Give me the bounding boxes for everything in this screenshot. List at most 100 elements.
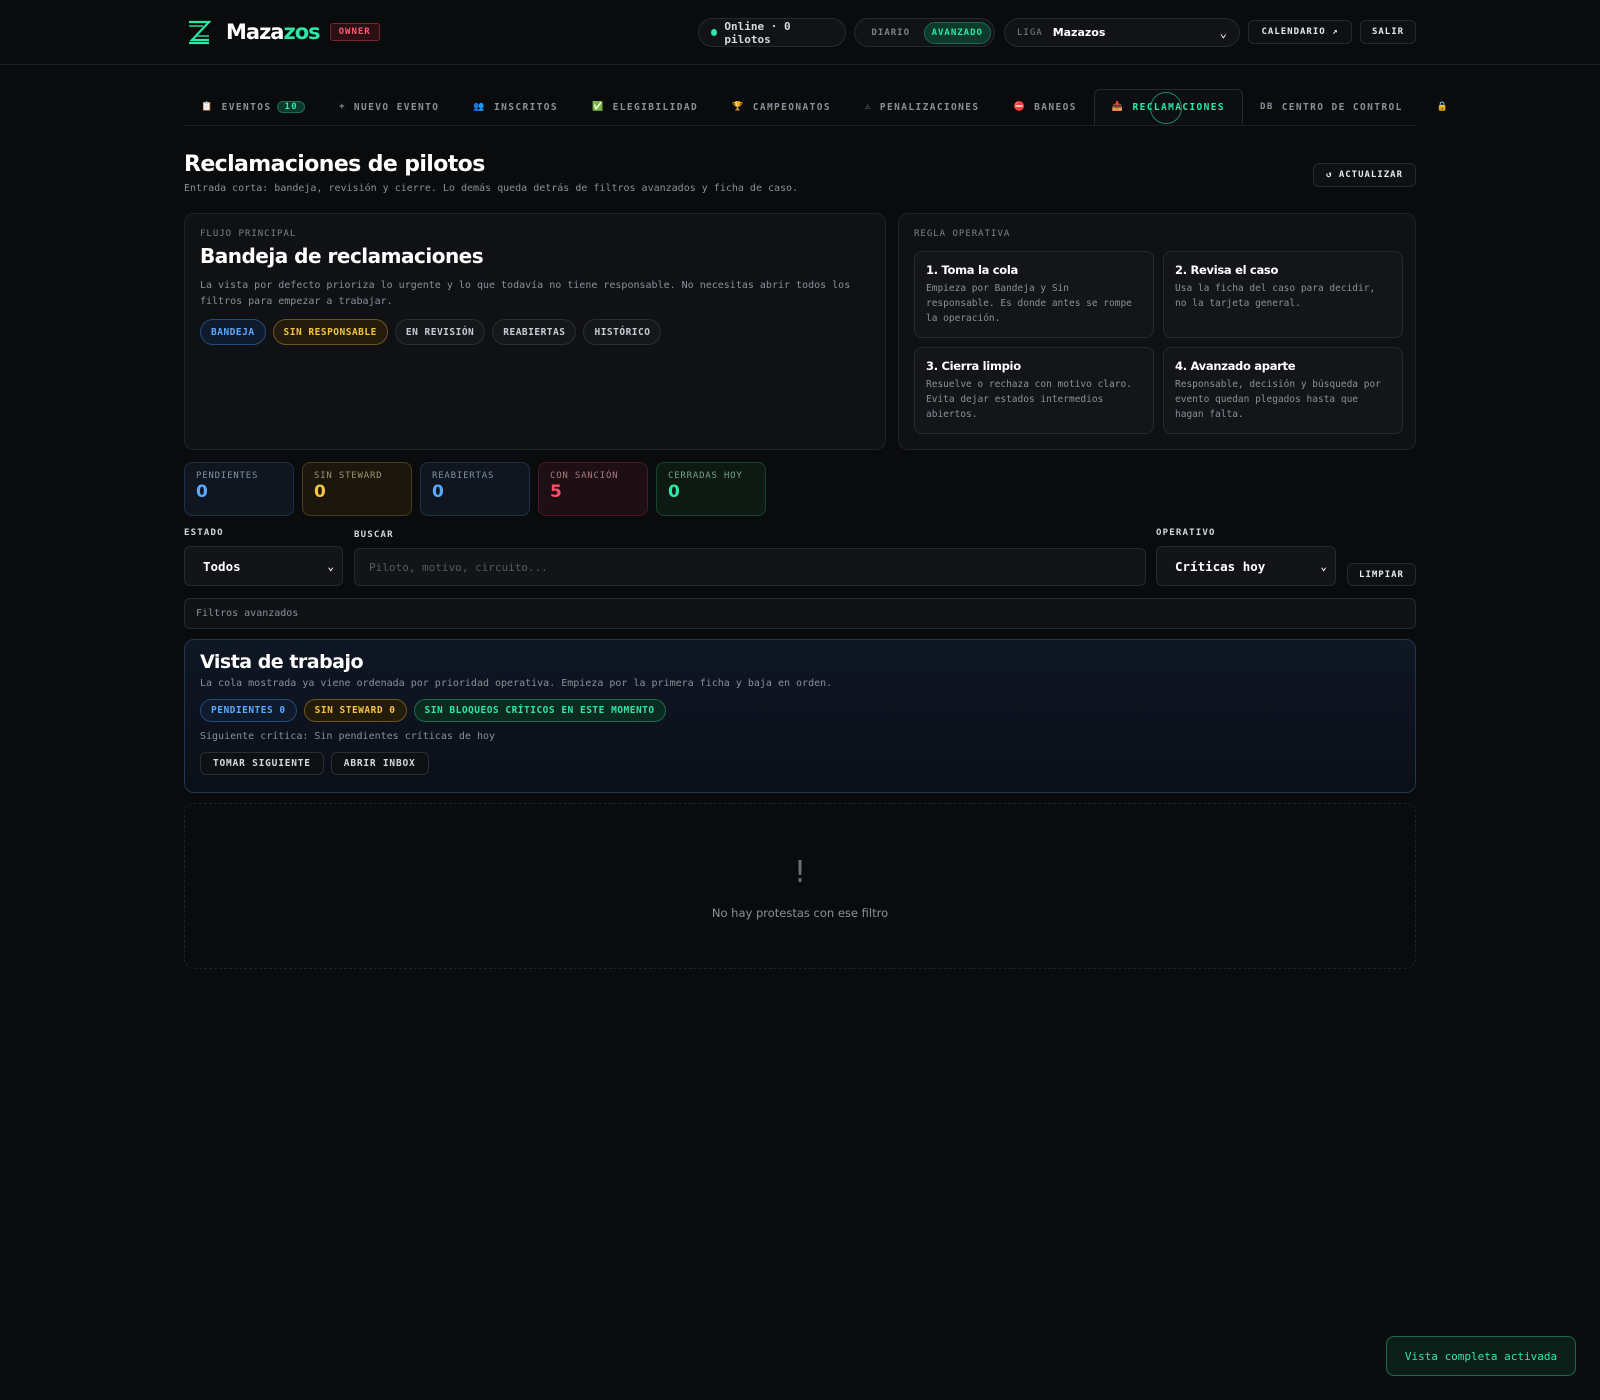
logout-button[interactable]: SALIR [1360, 20, 1416, 44]
tab-elegibilidad[interactable]: ✅ ELEGIBILIDAD [575, 89, 715, 125]
advanced-filters-toggle[interactable]: Filtros avanzados [184, 598, 1416, 629]
pending-count-badge: PENDIENTES 0 [200, 699, 297, 722]
operativo-select[interactable]: Críticas hoy ⌄ [1156, 546, 1336, 586]
league-label: LIGA [1017, 27, 1043, 38]
top-bar: Mazazos OWNER Online · 0 pilotos DIARIO … [0, 0, 1600, 65]
tab-label: NUEVO EVENTO [353, 101, 440, 113]
tab-nuevo-evento[interactable]: + NUEVO EVENTO [322, 89, 456, 125]
stat-pendientes[interactable]: PENDIENTES 0 [184, 462, 294, 516]
work-view-panel: Vista de trabajo La cola mostrada ya vie… [184, 639, 1416, 793]
mode-option-avanzado[interactable]: AVANZADO [923, 21, 991, 44]
chip-sin-responsable[interactable]: SIN RESPONSABLE [272, 319, 388, 345]
tab-label: CAMPEONATOS [752, 101, 832, 113]
tab-locked[interactable]: 🔒 [1420, 89, 1475, 125]
calendar-button[interactable]: CALENDARIO ↗ [1248, 20, 1352, 44]
tab-campeonatos[interactable]: 🏆 CAMPEONATOS [715, 89, 848, 125]
rule-step-title: 1. Toma la cola [926, 263, 1018, 277]
tab-eventos[interactable]: 📋 EVENTOS 10 [184, 89, 322, 125]
chip-reabiertas[interactable]: REABIERTAS [492, 319, 577, 345]
refresh-button[interactable]: ↺ ACTUALIZAR [1313, 163, 1416, 187]
operativo-value: Críticas hoy [1175, 558, 1266, 574]
work-view-description: La cola mostrada ya viene ordenada por p… [200, 678, 833, 689]
brand-name: Mazazos [226, 20, 321, 44]
chip-bandeja[interactable]: BANDEJA [200, 319, 266, 345]
flow-card: FLUJO PRINCIPAL Bandeja de reclamaciones… [184, 213, 886, 450]
stat-cerradas-hoy[interactable]: CERRADAS HOY 0 [656, 462, 766, 516]
stat-con-sancion[interactable]: CON SANCIÓN 5 [538, 462, 648, 516]
rule-step: 4. Avanzado aparte Responsable, decisión… [1163, 347, 1403, 434]
empty-state-message: No hay protestas con ese filtro [711, 906, 889, 920]
next-critical-text: Siguiente crítica: Sin pendientes crític… [200, 731, 496, 742]
exclamation-icon: ! [793, 855, 807, 890]
rule-step-title: 2. Revisa el caso [1175, 263, 1279, 277]
flow-description: La vista por defecto prioriza lo urgente… [200, 280, 851, 307]
online-dot-icon [711, 29, 718, 36]
estado-value: Todos [203, 558, 241, 574]
rule-step: 1. Toma la cola Empieza por Bandeja y Si… [914, 251, 1154, 338]
inbox-icon: 📥 [1111, 102, 1125, 112]
operativo-label: OPERATIVO [1156, 528, 1216, 538]
tab-penalizaciones[interactable]: ⚠ PENALIZACIONES [848, 89, 997, 125]
flow-chips: BANDEJA SIN RESPONSABLE EN REVISIÓN REAB… [200, 319, 870, 345]
plus-icon: + [339, 102, 346, 112]
users-icon: 👥 [473, 102, 486, 112]
work-view-title: Vista de trabajo [200, 651, 364, 673]
take-next-button[interactable]: TOMAR SIGUIENTE [200, 752, 324, 775]
estado-select[interactable]: Todos ⌄ [184, 546, 343, 586]
rule-step-title: 3. Cierra limpio [926, 359, 1021, 373]
flow-title: Bandeja de reclamaciones [200, 244, 484, 268]
steward-count-badge: SIN STEWARD 0 [303, 699, 407, 722]
stat-label: PENDIENTES [196, 471, 259, 481]
chevron-down-icon: ⌄ [1320, 559, 1327, 573]
tab-centro-de-control[interactable]: DB CENTRO DE CONTROL [1243, 89, 1420, 125]
stat-value: 0 [668, 482, 680, 502]
rule-eyebrow: REGLA OPERATIVA [914, 229, 1011, 239]
tab-baneos[interactable]: ⛔ BANEOS [997, 89, 1094, 125]
rule-step: 2. Revisa el caso Usa la ficha del caso … [1163, 251, 1403, 338]
tab-label: EVENTOS [221, 101, 272, 113]
tab-inscritos[interactable]: 👥 INSCRITOS [456, 89, 575, 125]
z-logo-icon [189, 20, 212, 45]
rule-card: REGLA OPERATIVA 1. Toma la cola Empieza … [898, 213, 1416, 450]
critical-status-badge: SIN BLOQUEOS CRÍTICOS EN ESTE MOMENTO [413, 699, 666, 722]
empty-state: ! No hay protestas con ese filtro [184, 803, 1416, 969]
flow-eyebrow: FLUJO PRINCIPAL [200, 229, 297, 239]
mode-option-diario[interactable]: DIARIO [858, 23, 924, 43]
stat-label: REABIERTAS [432, 471, 495, 481]
estado-label: ESTADO [184, 528, 224, 538]
tab-label: BANEOS [1034, 101, 1077, 113]
check-icon: ✅ [592, 102, 605, 112]
trophy-icon: 🏆 [732, 102, 745, 112]
stat-reabiertas[interactable]: REABIERTAS 0 [420, 462, 530, 516]
tab-label: CENTRO DE CONTROL [1281, 101, 1403, 113]
chevron-down-icon: ⌄ [327, 559, 334, 573]
chip-en-revision[interactable]: EN REVISIÓN [394, 319, 486, 345]
rule-step: 3. Cierra limpio Resuelve o rechaza con … [914, 347, 1154, 434]
open-inbox-button[interactable]: ABRIR INBOX [330, 752, 429, 775]
rule-step-text: Empieza por Bandeja y Sin responsable. E… [926, 283, 1132, 324]
stat-value: 0 [314, 482, 326, 502]
warning-icon: ⚠ [865, 102, 872, 112]
stat-label: CON SANCIÓN [550, 471, 619, 481]
tab-label: PENALIZACIONES [879, 101, 980, 113]
league-select[interactable]: LIGA Mazazos ⌄ [1004, 18, 1240, 47]
tab-count-badge: 10 [277, 101, 306, 113]
tab-label: ELEGIBILIDAD [612, 101, 699, 113]
stat-value: 0 [432, 482, 444, 502]
database-icon: DB [1260, 102, 1274, 112]
work-view-actions: TOMAR SIGUIENTE ABRIR INBOX [200, 752, 1400, 775]
page-subtitle: Entrada corta: bandeja, revisión y cierr… [184, 183, 799, 194]
clear-filters-button[interactable]: LIMPIAR [1347, 563, 1416, 586]
chip-historico[interactable]: HISTÓRICO [583, 319, 662, 345]
stat-sin-steward[interactable]: SIN STEWARD 0 [302, 462, 412, 516]
tab-reclamaciones[interactable]: 📥 RECLAMACIONES [1093, 89, 1244, 125]
buscar-label: BUSCAR [354, 530, 394, 540]
brand[interactable]: Mazazos OWNER [184, 16, 380, 48]
rule-grid: 1. Toma la cola Empieza por Bandeja y Si… [914, 251, 1403, 434]
work-view-chips: PENDIENTES 0 SIN STEWARD 0 SIN BLOQUEOS … [200, 699, 1400, 722]
search-input[interactable] [354, 548, 1146, 586]
mode-toggle: DIARIO AVANZADO [854, 18, 995, 47]
chevron-down-icon: ⌄ [1219, 25, 1227, 40]
focus-ring [1149, 92, 1182, 124]
page-title: Reclamaciones de pilotos [184, 152, 485, 177]
